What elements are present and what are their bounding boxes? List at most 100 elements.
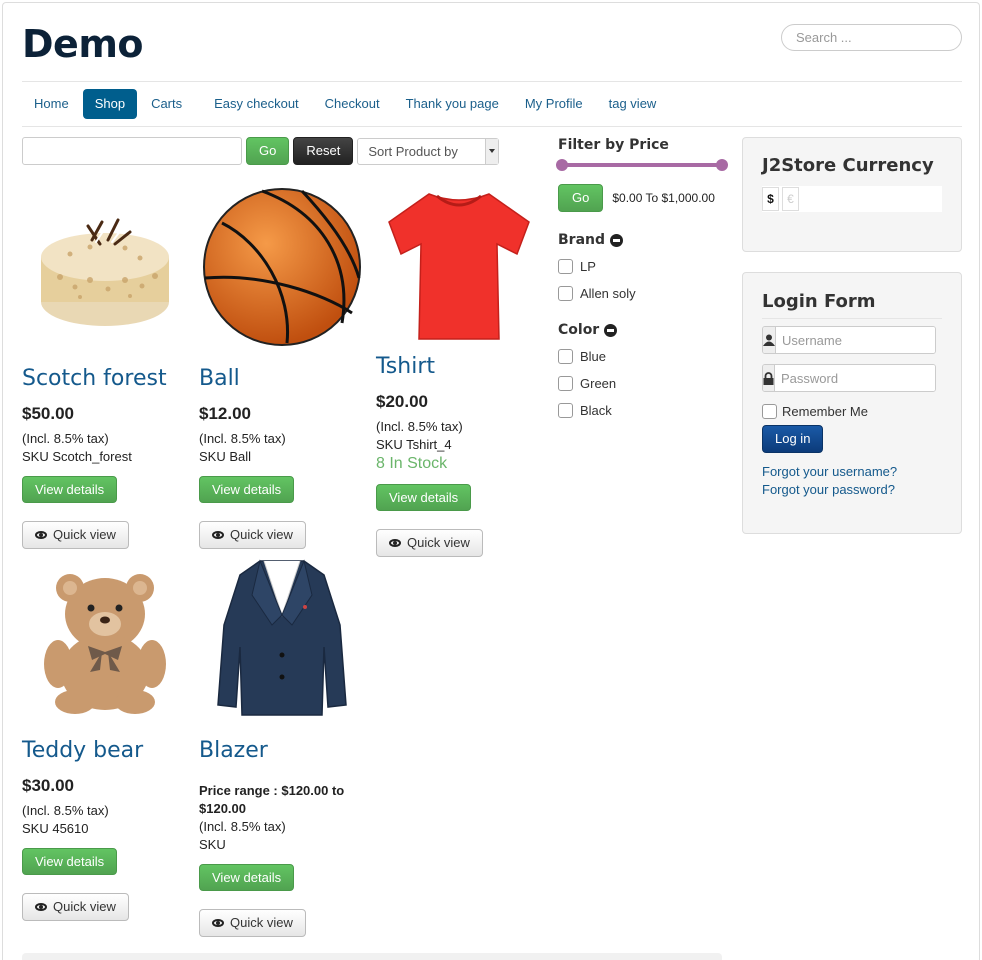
view-details-button[interactable]: View details (199, 864, 295, 891)
site-title[interactable]: Demo (22, 22, 144, 66)
slider-track (558, 163, 726, 167)
eye-icon (35, 531, 47, 539)
filter-panel: Filter by Price Go $0.00 To $1,000.00 Br… (556, 137, 728, 419)
brand-option-label: LP (580, 258, 596, 274)
user-icon (763, 327, 776, 353)
view-details-button[interactable]: View details (376, 484, 472, 511)
cake-image[interactable] (22, 182, 187, 352)
quick-view-button[interactable]: Quick view (376, 529, 483, 557)
forgot-password-link[interactable]: Forgot your password? (762, 481, 961, 499)
product-card: Blazer Price range : $120.00 to $120.00 … (199, 554, 364, 937)
checkbox[interactable] (762, 404, 777, 419)
tshirt-image[interactable] (376, 182, 541, 346)
search-input[interactable] (781, 24, 962, 51)
filter-go-button[interactable]: Go (558, 184, 604, 212)
color-heading[interactable]: Color (558, 322, 728, 338)
view-details-button[interactable]: View details (199, 476, 295, 503)
password-input[interactable] (775, 365, 935, 391)
checkbox[interactable] (558, 285, 573, 301)
checkbox[interactable] (558, 402, 573, 418)
brand-option[interactable]: Allen soly (558, 284, 728, 302)
product-sku: SKU 45610 (22, 821, 89, 836)
price-range-text: $0.00 To $1,000.00 (612, 191, 715, 205)
product-tax: (Incl. 8.5% tax) (22, 803, 109, 818)
product-toolbar: Go Reset Sort Product by (22, 137, 500, 165)
product-tax: (Incl. 8.5% tax) (22, 431, 109, 446)
color-option[interactable]: Black (558, 401, 728, 419)
product-name[interactable]: Teddy bear (22, 738, 187, 768)
checkbox[interactable] (558, 375, 573, 391)
currency-eur[interactable]: € (782, 187, 799, 211)
collapse-icon[interactable] (610, 233, 624, 247)
currency-title: J2Store Currency (762, 155, 934, 176)
quick-view-button[interactable]: Quick view (199, 521, 306, 549)
color-option[interactable]: Green (558, 374, 728, 392)
basketball-image[interactable] (199, 182, 364, 352)
brand-option[interactable]: LP (558, 257, 728, 275)
sort-select[interactable]: Sort Product by (357, 137, 500, 165)
login-button[interactable]: Log in (762, 425, 824, 453)
view-details-button[interactable]: View details (22, 476, 118, 503)
product-card: Ball $12.00 (Incl. 8.5% tax) SKU Ball Vi… (199, 182, 364, 549)
password-field[interactable] (762, 364, 936, 392)
quick-view-button[interactable]: Quick view (22, 521, 129, 549)
color-option[interactable]: Blue (558, 347, 728, 365)
sort-select-label: Sort Product by (368, 143, 458, 159)
product-card: Scotch forest $50.00 (Incl. 8.5% tax) SK… (22, 182, 187, 549)
nav-item-tag-view[interactable]: tag view (597, 89, 669, 119)
go-button[interactable]: Go (246, 137, 290, 165)
eye-icon (212, 919, 224, 927)
checkbox[interactable] (558, 348, 573, 364)
product-name[interactable]: Blazer (199, 738, 364, 768)
teddy-bear-image[interactable] (22, 554, 187, 724)
login-module: Login Form Remember Me Log in Forgot you… (742, 272, 962, 534)
checkbox[interactable] (558, 258, 573, 274)
eye-icon (389, 539, 401, 547)
quick-view-button[interactable]: Quick view (199, 909, 306, 937)
remember-me[interactable]: Remember Me (762, 404, 961, 419)
reset-button[interactable]: Reset (293, 137, 354, 165)
nav-item-thank-you-page[interactable]: Thank you page (394, 89, 511, 119)
nav-item-easy-checkout[interactable]: Easy checkout (202, 89, 311, 119)
price-slider[interactable] (556, 158, 728, 172)
product-name[interactable]: Ball (199, 366, 364, 396)
nav-item-shop[interactable]: Shop (82, 89, 138, 119)
product-price-range: Price range : $120.00 to $120.00 (199, 783, 345, 816)
blazer-image[interactable] (199, 554, 364, 724)
product-sku: SKU Tshirt_4 (376, 437, 452, 452)
color-option-label: Green (580, 375, 617, 391)
brand-option-label: Allen soly (580, 285, 636, 301)
brand-title: Brand (558, 232, 606, 248)
collapse-icon[interactable] (604, 323, 618, 337)
nav-item-checkout[interactable]: Checkout (313, 89, 392, 119)
username-input[interactable] (776, 327, 935, 353)
nav-item-home[interactable]: Home (22, 89, 81, 119)
quick-view-label: Quick view (230, 915, 293, 930)
slider-min-handle[interactable] (556, 159, 568, 171)
view-details-button[interactable]: View details (22, 848, 118, 875)
quick-view-label: Quick view (53, 527, 116, 542)
brand-heading[interactable]: Brand (558, 232, 728, 248)
caret-down-icon (485, 138, 499, 164)
product-search-input[interactable] (22, 137, 242, 165)
divider (22, 126, 962, 127)
eye-icon (212, 531, 224, 539)
color-option-label: Blue (580, 348, 607, 364)
product-name[interactable]: Scotch forest (22, 366, 187, 396)
divider (22, 81, 962, 82)
eye-icon (35, 903, 47, 911)
remember-me-label: Remember Me (782, 404, 868, 419)
slider-max-handle[interactable] (716, 159, 728, 171)
forgot-username-link[interactable]: Forgot your username? (762, 463, 961, 481)
product-tax: (Incl. 8.5% tax) (199, 819, 286, 834)
username-field[interactable] (762, 326, 936, 354)
product-tax: (Incl. 8.5% tax) (199, 431, 286, 446)
login-title: Login Form (762, 291, 876, 312)
product-sku: SKU (199, 837, 226, 852)
currency-usd[interactable]: $ (762, 187, 779, 211)
product-name[interactable]: Tshirt (376, 354, 541, 384)
main-nav: Home Shop Carts Easy checkout Checkout T… (22, 89, 670, 119)
nav-item-my-profile[interactable]: My Profile (513, 89, 595, 119)
quick-view-button[interactable]: Quick view (22, 893, 129, 921)
nav-item-carts[interactable]: Carts (139, 89, 194, 119)
